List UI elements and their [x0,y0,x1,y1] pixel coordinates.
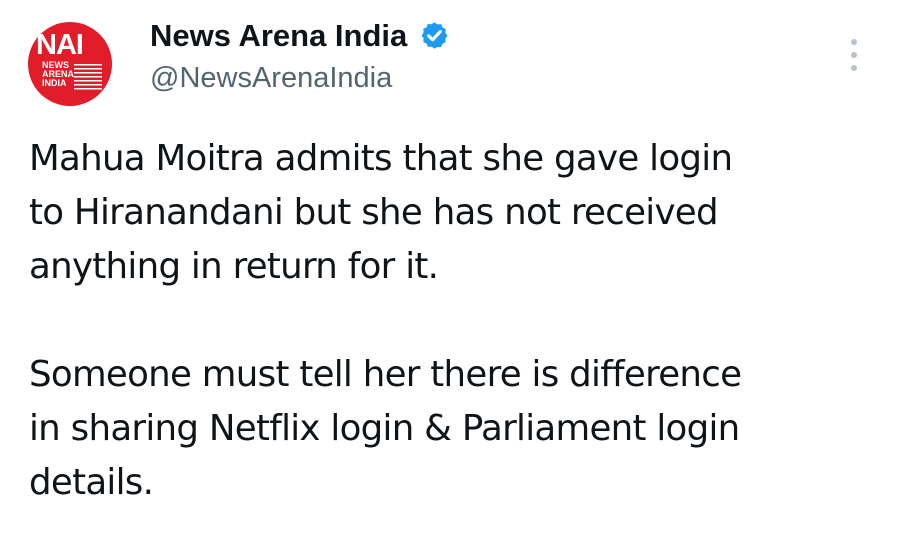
display-name-row: News Arena India [150,20,450,51]
tweet-line: in sharing Netflix login & Parliament lo… [29,408,740,449]
more-options-icon[interactable] [846,35,862,75]
avatar-logo-text: NEWS ARENA INDIA [42,61,74,88]
tweet-line: Mahua Moitra admits that she gave login [29,138,733,179]
display-name[interactable]: News Arena India [150,20,407,51]
avatar-stripes-icon [74,64,102,90]
verified-badge-icon [421,22,448,49]
avatar[interactable]: NAI NEWS ARENA INDIA [28,22,112,106]
avatar-logo-line: INDIA [42,78,67,88]
tweet-line: anything in return for it. [29,246,439,287]
tweet-line: to Hiranandani but she has not received [29,192,719,233]
tweet-line: Someone must tell her there is differenc… [29,354,742,395]
tweet-text: Mahua Moitra admits that she gave login … [29,132,889,510]
tweet-line: details. [29,462,154,503]
avatar-main-text: NAI [36,29,84,61]
account-handle[interactable]: @NewsArenaIndia [150,64,392,93]
